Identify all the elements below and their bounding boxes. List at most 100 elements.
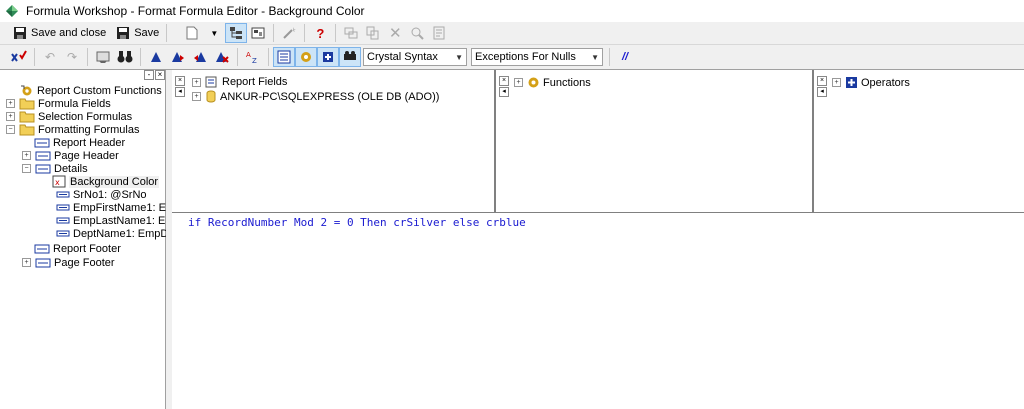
tree-item-label: Formatting Formulas	[38, 123, 140, 136]
field-object-icon	[56, 191, 70, 197]
close-icon[interactable]: ×	[155, 70, 165, 80]
close-icon[interactable]: ×	[499, 76, 509, 86]
workshop-tree[interactable]: - × Report Custom Functions + Formula Fi…	[0, 70, 189, 409]
properties-button[interactable]	[247, 23, 269, 43]
toggle-bookmark-button[interactable]	[145, 47, 167, 67]
new-document-icon	[186, 26, 198, 40]
expand-icon[interactable]: +	[22, 151, 31, 160]
save-and-close-button[interactable]: Save and close	[10, 23, 109, 43]
tree-item-background-color[interactable]: x Background Color	[52, 175, 160, 188]
separator	[273, 24, 275, 42]
tree-item-details[interactable]: − Details	[22, 162, 88, 175]
expand-icon[interactable]: +	[6, 112, 15, 121]
comment-button[interactable]: //	[614, 47, 636, 67]
collapse-panel-icon[interactable]: ◂	[817, 87, 827, 97]
collapse-panel-icon[interactable]: ◂	[499, 87, 509, 97]
report-fields-panel[interactable]: × ◂ + Report Fields + ANKUR-PC\SQLEXPRES…	[172, 70, 496, 212]
search-button[interactable]	[406, 23, 428, 43]
functions-panel[interactable]: × ◂ + Functions	[496, 70, 814, 212]
rename-button[interactable]	[340, 23, 362, 43]
wizard-button[interactable]	[278, 23, 300, 43]
copy-button[interactable]	[362, 23, 384, 43]
tree-node-label: Operators	[861, 76, 910, 89]
pin-icon[interactable]: -	[144, 70, 154, 80]
expand-icon[interactable]: +	[22, 258, 31, 267]
panel-controls: × ◂	[817, 76, 827, 98]
folder-icon	[19, 98, 35, 109]
tree-item-field-deptname1[interactable]: DeptName1: EmpDeta	[56, 227, 184, 240]
sort-alphabetically-button[interactable]: AZ	[242, 47, 264, 67]
comment-label: //	[621, 51, 629, 63]
save-and-close-label: Save and close	[31, 27, 107, 39]
expand-icon[interactable]: +	[832, 78, 841, 87]
tree-item-report-footer[interactable]: Report Footer	[34, 242, 121, 255]
tree-item-formatting-formulas[interactable]: − Formatting Formulas	[6, 123, 139, 136]
new-dropdown-button[interactable]: ▼	[203, 23, 225, 43]
expand-icon[interactable]: +	[6, 99, 15, 108]
tree-item-report-header[interactable]: Report Header	[34, 136, 125, 149]
clear-bookmarks-icon	[216, 52, 229, 63]
tree-node-operators[interactable]: + Operators	[832, 76, 910, 89]
tree-item-report-custom-functions[interactable]: Report Custom Functions	[20, 84, 162, 97]
new-button[interactable]	[181, 23, 203, 43]
delete-button[interactable]: ✕	[384, 23, 406, 43]
folder-icon	[19, 111, 35, 122]
browse-data-button[interactable]	[92, 47, 114, 67]
expand-icon[interactable]: +	[192, 92, 201, 101]
tree-node-datasource[interactable]: + ANKUR-PC\SQLEXPRESS (OLE DB (ADO))	[192, 90, 439, 103]
window-title: Formula Workshop - Format Formula Editor…	[26, 4, 365, 18]
tree-item-field-srno1[interactable]: SrNo1: @SrNo	[56, 188, 147, 201]
next-bookmark-button[interactable]	[167, 47, 189, 67]
use-editor-button[interactable]	[428, 23, 450, 43]
properties-icon	[251, 27, 265, 39]
toggle-tree-button[interactable]	[225, 23, 248, 43]
previous-bookmark-button[interactable]	[189, 47, 211, 67]
panel-controls: × ◂	[499, 76, 509, 98]
show-operators-tree-button[interactable]	[317, 47, 339, 67]
redo-button[interactable]: ↷	[61, 47, 83, 67]
tree-item-page-footer[interactable]: + Page Footer	[22, 256, 115, 269]
null-handling-select[interactable]: Exceptions For Nulls ▼	[471, 48, 603, 66]
expand-field-button[interactable]	[339, 47, 361, 67]
main-toolbar: Save and close Save ▼ ? ✕	[0, 22, 1024, 45]
tree-item-label: Selection Formulas	[38, 110, 133, 123]
check-formula-button[interactable]	[8, 47, 30, 67]
syntax-select[interactable]: Crystal Syntax ▼	[363, 48, 467, 66]
show-functions-tree-button[interactable]	[295, 47, 317, 67]
binoculars-icon	[117, 51, 133, 63]
field-object-icon	[56, 217, 70, 223]
tree-node-report-fields[interactable]: + Report Fields	[192, 76, 287, 88]
tree-node-label: ANKUR-PC\SQLEXPRESS (OLE DB (ADO))	[220, 90, 440, 103]
formula-code[interactable]: if RecordNumber Mod 2 = 0 Then crSilver …	[188, 216, 526, 229]
tree-item-label: Report Header	[53, 136, 126, 149]
formula-editor[interactable]: if RecordNumber Mod 2 = 0 Then crSilver …	[172, 212, 1024, 409]
sort-az-icon: AZ	[246, 51, 257, 64]
tree-item-formula-fields[interactable]: + Formula Fields	[6, 97, 111, 110]
collapse-icon[interactable]: −	[6, 125, 15, 134]
help-button[interactable]: ?	[309, 23, 331, 43]
tree-node-label: Report Fields	[222, 76, 288, 88]
close-icon[interactable]: ×	[175, 76, 185, 86]
expand-icon[interactable]: +	[192, 77, 201, 87]
field-object-icon	[56, 204, 70, 210]
tree-node-functions[interactable]: + Functions	[514, 76, 591, 89]
undo-button[interactable]: ↶	[39, 47, 61, 67]
tree-item-page-header[interactable]: + Page Header	[22, 149, 119, 162]
show-fields-tree-button[interactable]	[273, 47, 295, 67]
expand-icon[interactable]: +	[514, 78, 523, 87]
search-formula-icon	[411, 27, 425, 40]
collapse-panel-icon[interactable]: ◂	[175, 87, 185, 97]
separator	[140, 48, 141, 66]
chevron-down-icon: ▼	[210, 28, 219, 38]
formula-toolbar: ↶ ↷ AZ Crystal Syntax ▼ Exceptions For N…	[0, 45, 1024, 70]
chevron-down-icon: ▼	[455, 52, 463, 62]
find-button[interactable]	[114, 47, 136, 67]
tree-item-selection-formulas[interactable]: + Selection Formulas	[6, 110, 132, 123]
operators-panel[interactable]: × ◂ + Operators	[814, 70, 1024, 212]
clear-bookmarks-button[interactable]	[211, 47, 233, 67]
close-icon[interactable]: ×	[817, 76, 827, 86]
functions-tree-icon	[301, 52, 311, 62]
collapse-icon[interactable]: −	[22, 164, 31, 173]
save-button[interactable]: Save	[113, 23, 162, 43]
field-object-icon	[56, 230, 70, 236]
